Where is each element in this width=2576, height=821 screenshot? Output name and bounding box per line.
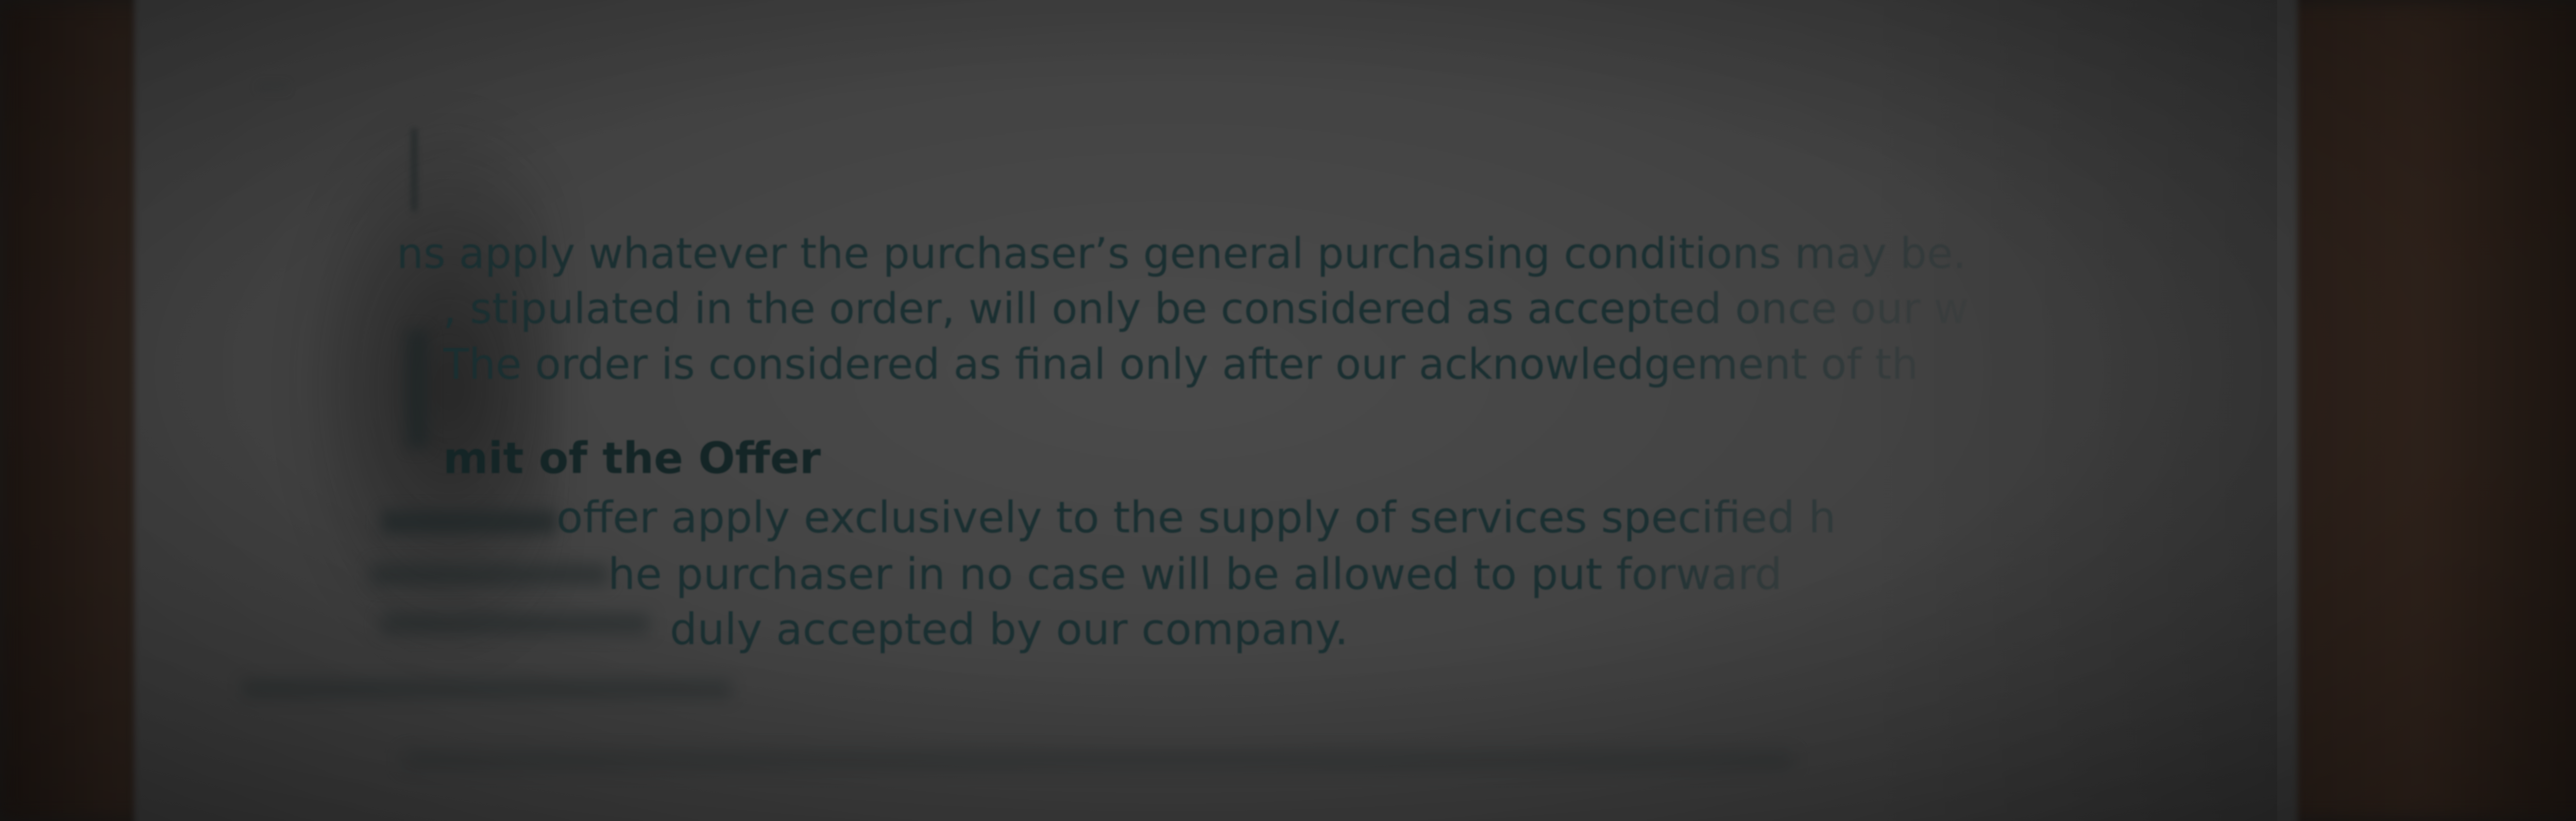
blurred-text-fragment [381,613,649,634]
document-line-3: The order is considered as final only af… [443,340,1919,389]
offer-line-1: offer apply exclusively to the supply of… [556,492,1836,543]
document-line-2: , stipulated in the order, will only be … [443,284,1968,333]
margin-mark [407,330,428,448]
photo-scene: ... ns apply whatever the purchaser’s ge… [0,0,2576,821]
document-top-label: ... [258,59,289,97]
section-heading: mit of the Offer [443,433,821,483]
wooden-background-right [2277,0,2576,821]
offer-line-3: duly accepted by our company. [670,604,1349,655]
offer-line-2: he purchaser in no case will be allowed … [608,549,1783,599]
blurred-text-fragment [371,564,608,585]
shadow-right [1855,0,2277,821]
blurred-text-fragment [381,510,556,534]
margin-mark [412,129,416,211]
document-line-1: ns apply whatever the purchaser’s genera… [397,229,1967,278]
blurred-text-fragment [402,752,1793,768]
blurred-text-fragment [242,680,732,698]
